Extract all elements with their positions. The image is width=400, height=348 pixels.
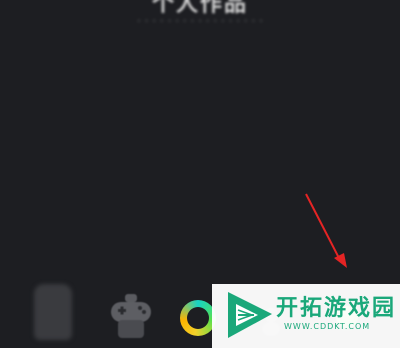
blurred-app-icon[interactable]	[34, 284, 72, 340]
watermark-name: 开拓游戏园	[276, 296, 397, 321]
cddkt-logo-icon	[228, 292, 272, 338]
ring-icon[interactable]	[180, 300, 216, 336]
gamepad-icon[interactable]	[108, 292, 154, 340]
app-screen: 个人作品 · · · · · · · · · · · · · · · · · 开…	[0, 0, 400, 348]
ring-graphic	[180, 300, 216, 336]
page-subtitle: · · · · · · · · · · · · · · · · ·	[137, 14, 263, 28]
watermark-url: WWW.CDDKT.COM	[284, 322, 371, 331]
watermark: 开拓游戏园 WWW.CDDKT.COM	[212, 284, 400, 348]
